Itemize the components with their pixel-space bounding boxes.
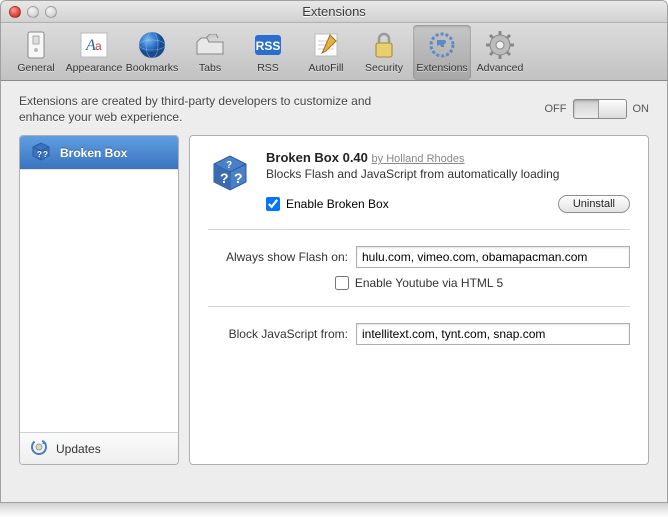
uninstall-button[interactable]: Uninstall: [558, 195, 630, 213]
svg-text:?: ?: [220, 170, 229, 186]
pencil-form-icon: [310, 29, 342, 61]
toolbar-security[interactable]: Security: [355, 25, 413, 80]
updates-label: Updates: [56, 442, 101, 456]
cube-question-icon: ??: [30, 140, 52, 165]
enable-extension-label: Enable Broken Box: [286, 197, 389, 211]
toolbar-label: RSS: [257, 62, 279, 74]
appearance-icon: Aa: [78, 29, 110, 61]
toolbar-rss[interactable]: RSS RSS: [239, 25, 297, 80]
flash-whitelist-label: Always show Flash on:: [208, 250, 348, 264]
toolbar-extensions[interactable]: Extensions: [413, 25, 471, 80]
toolbar-general[interactable]: General: [7, 25, 65, 80]
master-toggle[interactable]: [573, 99, 627, 119]
svg-text:?: ?: [226, 160, 232, 171]
sidebar-item-broken-box[interactable]: ?? Broken Box: [20, 136, 178, 170]
toolbar-label: General: [17, 62, 54, 74]
extensions-master-switch: OFF ON: [545, 99, 650, 119]
divider: [208, 229, 630, 230]
toolbar-bookmarks[interactable]: Bookmarks: [123, 25, 181, 80]
tabs-icon: [194, 29, 226, 61]
toolbar-advanced[interactable]: Advanced: [471, 25, 529, 80]
toolbar-label: Advanced: [477, 62, 524, 74]
sidebar-spacer: [20, 170, 178, 432]
window-shadow: [0, 503, 668, 517]
switch-off-label: OFF: [545, 103, 567, 115]
toolbar-label: Extensions: [416, 62, 467, 74]
toolbar-label: Bookmarks: [126, 62, 179, 74]
svg-text:?: ?: [43, 150, 48, 159]
extension-large-icon: ???: [208, 150, 252, 194]
svg-text:RSS: RSS: [256, 39, 281, 53]
gear-icon: [484, 29, 516, 61]
extensions-description: Extensions are created by third-party de…: [19, 93, 419, 125]
sidebar-updates[interactable]: Updates: [20, 432, 178, 464]
window-title: Extensions: [1, 4, 667, 19]
toolbar-label: Security: [365, 62, 403, 74]
extension-description: Blocks Flash and JavaScript from automat…: [266, 167, 630, 181]
svg-text:?: ?: [37, 150, 42, 159]
content-area: Extensions are created by third-party de…: [1, 81, 667, 503]
preferences-window: Extensions General Aa Appearance Bookmar…: [0, 0, 668, 503]
extension-name: Broken Box: [266, 150, 339, 165]
divider: [208, 306, 630, 307]
extension-version: 0.40: [343, 150, 368, 165]
toolbar-label: Appearance: [66, 62, 123, 74]
youtube-html5-label: Enable Youtube via HTML 5: [355, 276, 503, 290]
lock-icon: [368, 29, 400, 61]
toolbar-tabs[interactable]: Tabs: [181, 25, 239, 80]
js-blocklist-input[interactable]: [356, 323, 630, 345]
rss-icon: RSS: [252, 29, 284, 61]
puzzle-gear-icon: [426, 29, 458, 61]
preferences-toolbar: General Aa Appearance Bookmarks Tabs RSS…: [1, 23, 667, 81]
toolbar-label: AutoFill: [308, 62, 343, 74]
svg-text:?: ?: [234, 170, 243, 186]
extension-detail-pane: ??? Broken Box 0.40 by Holland Rhodes Bl…: [189, 135, 649, 465]
svg-text:a: a: [95, 39, 102, 53]
switch-on-label: ON: [633, 103, 650, 115]
toolbar-label: Tabs: [199, 62, 221, 74]
author-prefix: by: [372, 153, 384, 165]
extension-author-link[interactable]: Holland Rhodes: [386, 153, 464, 165]
titlebar: Extensions: [1, 1, 667, 23]
js-blocklist-label: Block JavaScript from:: [208, 327, 348, 341]
extensions-sidebar: ?? Broken Box Updates: [19, 135, 179, 465]
enable-extension-checkbox[interactable]: [266, 197, 280, 211]
sidebar-item-label: Broken Box: [60, 146, 127, 160]
flash-whitelist-input[interactable]: [356, 246, 630, 268]
toolbar-appearance[interactable]: Aa Appearance: [65, 25, 123, 80]
updates-icon: [30, 438, 48, 459]
extension-title-row: Broken Box 0.40 by Holland Rhodes: [266, 150, 630, 165]
youtube-html5-checkbox[interactable]: [335, 276, 349, 290]
globe-icon: [136, 29, 168, 61]
switch-icon: [20, 29, 52, 61]
toolbar-autofill[interactable]: AutoFill: [297, 25, 355, 80]
